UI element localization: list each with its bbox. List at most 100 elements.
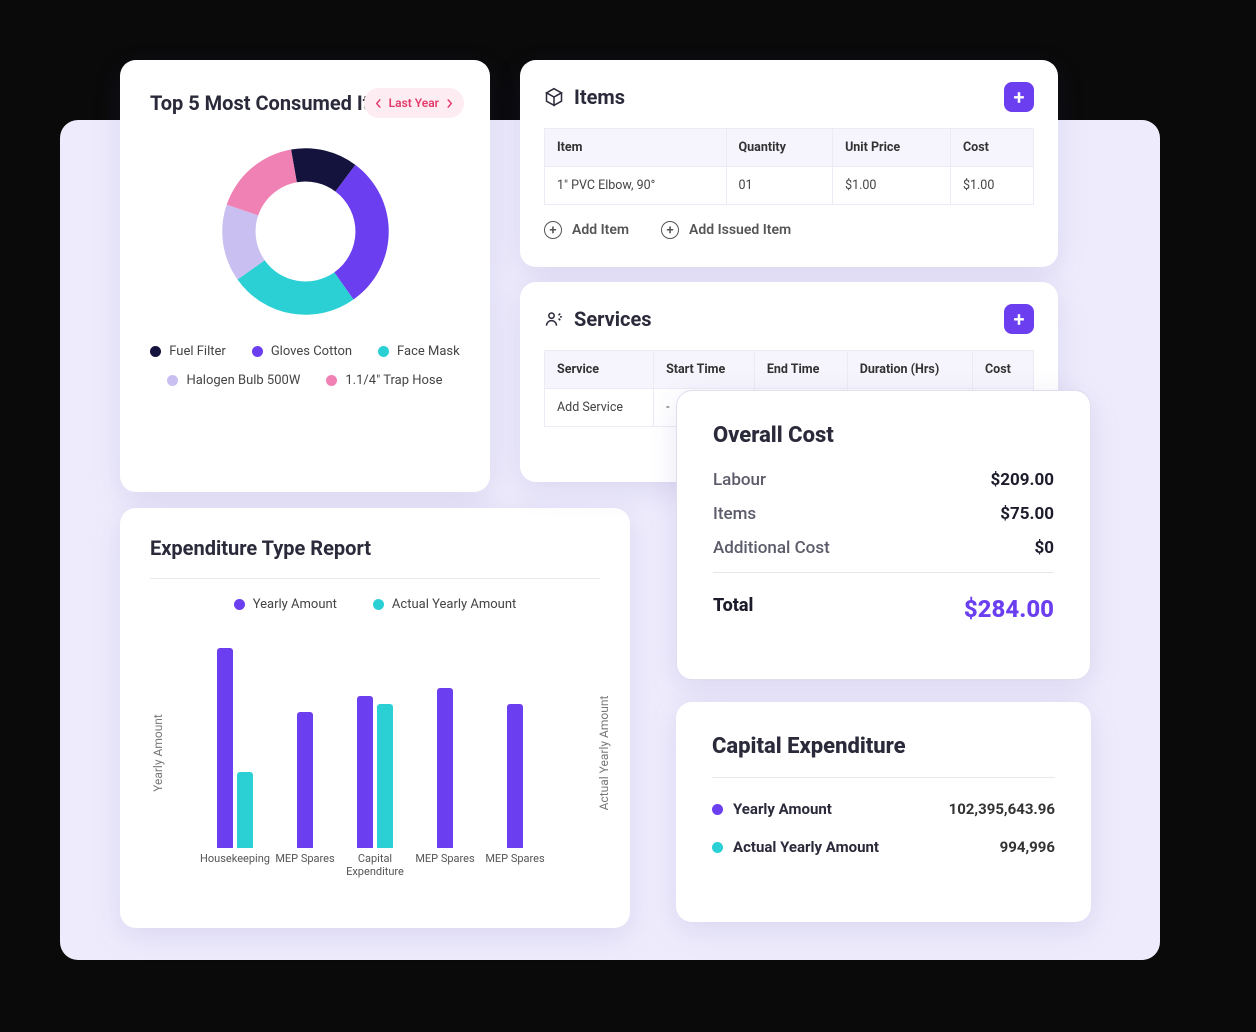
add-item-link[interactable]: + Add Item bbox=[544, 221, 629, 239]
table-header: Item bbox=[545, 129, 727, 167]
expenditure-title: Expenditure Type Report bbox=[150, 536, 600, 560]
x-axis-label: Capital Expenditure bbox=[340, 852, 410, 878]
donut-legend: Fuel Filter Gloves Cotton Face Mask Halogen… bbox=[150, 344, 460, 388]
plus-circle-icon: + bbox=[544, 221, 562, 239]
items-cost-value: $75.00 bbox=[1000, 504, 1054, 524]
period-label: Last Year bbox=[389, 96, 439, 110]
legend-label: Face Mask bbox=[397, 344, 460, 359]
legend-dot bbox=[252, 346, 263, 357]
legend-label: Fuel Filter bbox=[169, 344, 226, 359]
legend-dot bbox=[150, 346, 161, 357]
bar-group bbox=[345, 696, 405, 848]
legend-item: 1.1/4" Trap Hose bbox=[326, 373, 442, 388]
bar bbox=[377, 704, 393, 848]
table-header: Duration (Hrs) bbox=[847, 351, 972, 389]
actual-yearly-value: 994,996 bbox=[1000, 838, 1055, 856]
legend-dot bbox=[712, 842, 723, 853]
bar-group bbox=[415, 688, 475, 848]
add-item-label: Add Item bbox=[572, 222, 629, 238]
chevron-right-icon bbox=[445, 99, 454, 108]
table-cell: $1.00 bbox=[833, 167, 951, 205]
table-header: Cost bbox=[950, 129, 1033, 167]
services-title: Services bbox=[574, 307, 652, 331]
add-service-cell[interactable]: Add Service bbox=[545, 389, 654, 427]
legend-item: Gloves Cotton bbox=[252, 344, 352, 359]
chevron-left-icon bbox=[374, 99, 383, 108]
legend-label: Gloves Cotton bbox=[271, 344, 352, 359]
expenditure-card: Expenditure Type Report Yearly Amount Ac… bbox=[120, 508, 630, 928]
divider bbox=[150, 578, 600, 579]
legend-label: 1.1/4" Trap Hose bbox=[345, 373, 442, 388]
cube-icon bbox=[544, 87, 564, 107]
legend-dot bbox=[378, 346, 389, 357]
additional-cost-label: Additional Cost bbox=[713, 538, 830, 558]
bar bbox=[437, 688, 453, 848]
table-header: Unit Price bbox=[833, 129, 951, 167]
yearly-amount-value: 102,395,643.96 bbox=[949, 800, 1055, 818]
legend-item: Halogen Bulb 500W bbox=[167, 373, 300, 388]
table-row: 1" PVC Elbow, 90°01$1.00$1.00 bbox=[545, 167, 1034, 205]
bar bbox=[507, 704, 523, 848]
donut-slice bbox=[226, 150, 296, 216]
legend-dot bbox=[712, 804, 723, 815]
table-header: Service bbox=[545, 351, 654, 389]
legend-actual: Actual Yearly Amount bbox=[392, 597, 516, 612]
capital-title: Capital Expenditure bbox=[712, 734, 1055, 759]
yearly-amount-label: Yearly Amount bbox=[733, 800, 832, 818]
items-cost-label: Items bbox=[713, 504, 756, 524]
add-service-button[interactable]: + bbox=[1004, 304, 1034, 334]
consumed-items-card: Top 5 Most Consumed Items Last Year Fuel… bbox=[120, 60, 490, 492]
table-header: Quantity bbox=[726, 129, 833, 167]
additional-cost-value: $0 bbox=[1034, 538, 1054, 558]
add-item-button[interactable]: + bbox=[1004, 82, 1034, 112]
legend-dot bbox=[167, 375, 178, 386]
total-value: $284.00 bbox=[964, 595, 1054, 623]
overall-cost-card: Overall Cost Labour $209.00 Items $75.00 A… bbox=[676, 390, 1091, 680]
plus-circle-icon: + bbox=[661, 221, 679, 239]
add-issued-label: Add Issued Item bbox=[689, 222, 791, 238]
table-header: Cost bbox=[972, 351, 1033, 389]
overall-cost-title: Overall Cost bbox=[713, 423, 1054, 448]
y-axis-label: Yearly Amount bbox=[151, 714, 165, 792]
legend-dot bbox=[234, 599, 245, 610]
table-cell: $1.00 bbox=[950, 167, 1033, 205]
legend-dot bbox=[326, 375, 337, 386]
capital-expenditure-card: Capital Expenditure Yearly Amount 102,39… bbox=[676, 702, 1091, 922]
actual-yearly-label: Actual Yearly Amount bbox=[733, 838, 879, 856]
services-icon bbox=[544, 309, 564, 329]
table-cell: 01 bbox=[726, 167, 833, 205]
x-axis-label: MEP Spares bbox=[270, 852, 340, 878]
labour-label: Labour bbox=[713, 470, 766, 490]
items-table: ItemQuantityUnit PriceCost 1" PVC Elbow,… bbox=[544, 128, 1034, 205]
bar bbox=[237, 772, 253, 848]
add-issued-item-link[interactable]: + Add Issued Item bbox=[661, 221, 791, 239]
bar-group bbox=[205, 648, 265, 848]
total-label: Total bbox=[713, 595, 753, 623]
legend-item: Fuel Filter bbox=[150, 344, 226, 359]
bar bbox=[357, 696, 373, 848]
x-axis-label: MEP Spares bbox=[410, 852, 480, 878]
legend-label: Halogen Bulb 500W bbox=[186, 373, 300, 388]
bar bbox=[297, 712, 313, 848]
legend-item: Face Mask bbox=[378, 344, 460, 359]
legend-dot bbox=[373, 599, 384, 610]
bar-chart: Yearly Amount Actual Yearly Amount House… bbox=[170, 628, 580, 878]
table-cell: 1" PVC Elbow, 90° bbox=[545, 167, 727, 205]
legend-yearly: Yearly Amount bbox=[253, 597, 337, 612]
donut-slice bbox=[334, 165, 388, 300]
divider bbox=[712, 777, 1055, 778]
donut-slice bbox=[237, 260, 353, 314]
bar-group bbox=[275, 712, 335, 848]
bar bbox=[217, 648, 233, 848]
table-header: End Time bbox=[754, 351, 847, 389]
x-axis-label: MEP Spares bbox=[480, 852, 550, 878]
labour-value: $209.00 bbox=[991, 470, 1054, 490]
y-axis-label-right: Actual Yearly Amount bbox=[597, 696, 611, 811]
table-header: Start Time bbox=[654, 351, 755, 389]
bar-group bbox=[485, 704, 545, 848]
donut-chart bbox=[150, 139, 460, 324]
period-selector[interactable]: Last Year bbox=[364, 88, 464, 118]
x-axis-label: Housekeeping bbox=[200, 852, 270, 878]
items-card: Items + ItemQuantityUnit PriceCost 1" PV… bbox=[520, 60, 1058, 267]
items-title: Items bbox=[574, 85, 625, 109]
